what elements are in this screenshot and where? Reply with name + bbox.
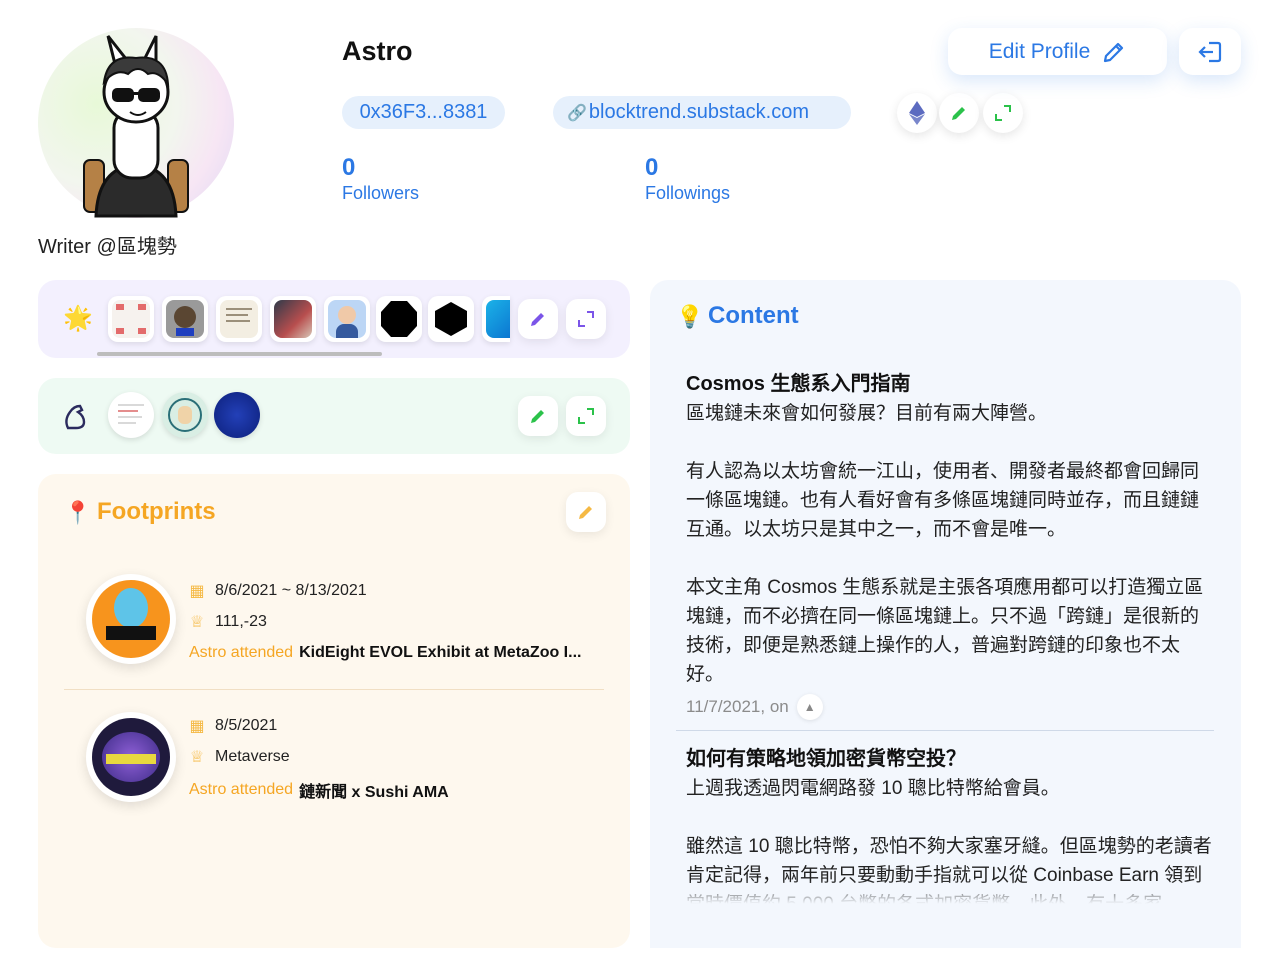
footprint-date-row: ▦ 8/5/2021 (189, 716, 277, 736)
pin-icon: 📍 (64, 500, 92, 525)
wallet-address-pill[interactable]: 0x36F3...8381 (342, 96, 505, 129)
expand-icon (578, 408, 594, 424)
website-link-text: blocktrend.substack.com (588, 101, 810, 123)
footprint-date: 8/5/2021 (215, 717, 278, 734)
footprint-location: Metaverse (215, 748, 290, 765)
footprint-event-name: 鏈新聞 x Sushi AMA (299, 784, 449, 801)
logout-icon (1198, 41, 1222, 62)
logout-button[interactable] (1179, 28, 1241, 75)
content-title: Content (708, 302, 799, 329)
pencil-icon (1104, 42, 1124, 62)
nft-thumb-photo[interactable] (270, 296, 316, 342)
footprint-location-row: ♕ Metaverse (189, 747, 290, 767)
attended-label: Astro attended (189, 644, 294, 661)
profile-bio: Writer @區塊勢 (38, 236, 177, 258)
footprint-badge-evol[interactable] (86, 574, 176, 664)
poap-thumb-blue[interactable] (214, 392, 260, 438)
pencil-icon (952, 107, 965, 120)
alpaca-avatar-image (83, 35, 189, 218)
edit-profile-label: Edit Profile (988, 39, 1091, 63)
expand-icon (995, 105, 1011, 121)
followings-count[interactable]: 0 (645, 154, 658, 182)
trophy-icon: ♕ (189, 614, 205, 631)
pencil-icon (579, 506, 592, 519)
article-paragraph: 上週我透過閃電網路發 10 聰比特幣給會員。 (686, 778, 1060, 799)
edit-poaps-button[interactable] (518, 396, 558, 436)
edit-footprints-button[interactable] (566, 492, 606, 532)
footprint-event-name: KidEight EVOL Exhibit at MetaZoo I... (299, 644, 582, 661)
followings-label[interactable]: Followings (645, 183, 730, 204)
ethereum-icon (909, 101, 925, 125)
expand-accounts-button[interactable] (983, 93, 1023, 133)
horse-icon (65, 404, 86, 430)
nft-scrollbar[interactable] (97, 352, 382, 356)
footprint-location: 111,-23 (215, 613, 267, 630)
footprint-location-row: ♕ 111,-23 (189, 612, 267, 632)
nft-thumb-black-hexagon-2[interactable] (428, 296, 474, 342)
attended-label: Astro attended (189, 781, 294, 798)
edit-profile-button[interactable]: Edit Profile (948, 28, 1167, 75)
website-link-pill[interactable]: 🔗 blocktrend.substack.com (553, 96, 851, 129)
article-paragraph: 有人認為以太坊會統一江山，使用者、開發者最終都會回歸同一條區塊鏈。也有人看好會有… (686, 461, 1200, 540)
edit-nfts-button[interactable] (518, 299, 558, 339)
footprint-date: 8/6/2021 ~ 8/13/2021 (215, 582, 367, 599)
link-icon: 🔗 (567, 105, 587, 122)
star-icon: 🌟 (63, 305, 93, 332)
poap-thumb-hands[interactable] (162, 392, 208, 438)
expand-nfts-button[interactable] (566, 299, 606, 339)
footprints-title: Footprints (97, 498, 216, 525)
expand-poaps-button[interactable] (566, 396, 606, 436)
footprint-attended-row[interactable]: Astro attended KidEight EVOL Exhibit at … (189, 644, 581, 662)
content-fade-overlay (650, 880, 1241, 948)
trophy-icon: ♕ (189, 749, 205, 766)
nft-thumb-black-hexagon[interactable] (376, 296, 422, 342)
article-meta: 11/7/2021, on ▲ (686, 694, 823, 720)
article-divider (676, 730, 1214, 731)
nft-thumb-avatar[interactable] (324, 296, 370, 342)
article-paragraph: 本文主角 Cosmos 生態系就是主張各項應用都可以打造獨立區塊鏈，而不必擠在同… (686, 577, 1204, 685)
footprint-divider (64, 689, 604, 690)
article-title[interactable]: Cosmos 生態系入門指南 (686, 370, 1216, 399)
ethereum-network-button[interactable] (897, 93, 937, 133)
platform-icon[interactable]: ▲ (796, 694, 823, 720)
article-paragraph: 區塊鏈未來會如何發展？目前有兩大陣營。 (686, 403, 1048, 424)
footprints-card (38, 474, 630, 948)
nft-thumb-click-to-play[interactable] (108, 296, 154, 342)
footprint-badge-trident-ama[interactable] (86, 712, 176, 802)
edit-accounts-button[interactable] (939, 93, 979, 133)
pencil-icon (531, 410, 544, 423)
article-title[interactable]: 如何有策略地領加密貨幣空投？ (686, 745, 1216, 774)
calendar-icon: ▦ (189, 583, 205, 600)
avatar (38, 0, 234, 220)
poap-thumb-document[interactable] (108, 392, 154, 438)
profile-username: Astro (342, 36, 413, 66)
followers-count[interactable]: 0 (342, 154, 355, 182)
nft-thumb-document[interactable] (216, 296, 262, 342)
footprint-attended-row[interactable]: Astro attended 鏈新聞 x Sushi AMA (189, 778, 449, 802)
lightbulb-icon: 💡 (676, 304, 704, 329)
article-date: 11/7/2021, on (686, 697, 789, 716)
footprint-date-row: ▦ 8/6/2021 ~ 8/13/2021 (189, 581, 367, 601)
expand-icon (578, 311, 594, 327)
nft-thumb-blue[interactable] (482, 296, 510, 342)
followers-label[interactable]: Followers (342, 183, 419, 204)
article-body: 區塊鏈未來會如何發展？目前有兩大陣營。 有人認為以太坊會統一江山，使用者、開發者… (686, 399, 1216, 689)
article-item[interactable]: Cosmos 生態系入門指南 區塊鏈未來會如何發展？目前有兩大陣營。 有人認為以… (686, 370, 1216, 689)
pencil-icon (531, 313, 544, 326)
nft-thumb-monkey[interactable] (162, 296, 208, 342)
calendar-icon: ▦ (189, 718, 205, 735)
